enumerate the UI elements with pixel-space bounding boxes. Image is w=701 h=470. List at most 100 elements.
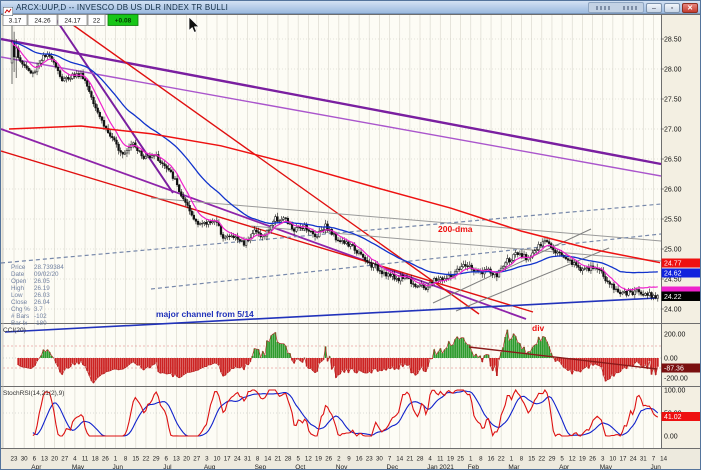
svg-text:4: 4 [73,456,77,463]
svg-text:11: 11 [82,456,89,463]
chart-canvas[interactable]: 28.5028.0027.5027.0026.5026.0025.5025.00… [1,1,701,470]
svg-text:28: 28 [285,456,292,463]
svg-text:1: 1 [510,456,514,463]
svg-text:22: 22 [143,456,150,463]
quote-box-3: 24.17 [58,15,87,26]
svg-text:31: 31 [640,456,647,463]
svg-text:Dec: Dec [387,464,399,470]
svg-text:18: 18 [92,456,99,463]
cci-badge: -87.36 [662,364,701,373]
quote-box-2: 24.26 [28,15,57,26]
svg-text:-200.00: -200.00 [664,376,688,383]
svg-text:22: 22 [498,456,505,463]
svg-text:26: 26 [102,456,109,463]
svg-text:Nov: Nov [336,464,348,470]
svg-text:12: 12 [569,456,576,463]
svg-text:14: 14 [660,456,667,463]
svg-text:19: 19 [315,456,322,463]
svg-text:16: 16 [356,456,363,463]
svg-text:26.05: 26.05 [34,278,50,285]
svg-text:14: 14 [264,456,271,463]
svg-text:12: 12 [305,456,312,463]
price-badge-ma200: 24.77 [662,259,701,268]
svg-text:6: 6 [33,456,37,463]
svg-text:# Bars: # Bars [11,313,29,320]
titlebar-toolbar[interactable] [588,2,644,13]
svg-text:-180: -180 [34,320,47,327]
svg-text:24.26: 24.26 [34,18,51,25]
svg-text:0.00: 0.00 [664,434,678,441]
svg-text:24.62: 24.62 [664,271,682,278]
svg-text:1: 1 [114,456,118,463]
svg-text:26.04: 26.04 [34,299,50,306]
svg-text:10: 10 [214,456,221,463]
svg-text:26: 26 [589,456,596,463]
svg-text:21: 21 [406,456,413,463]
svg-text:28.00: 28.00 [664,67,682,74]
svg-text:21: 21 [274,456,281,463]
restore-button[interactable]: ▫ [664,3,680,13]
annotation-200dma: 200-dma [438,224,473,234]
svg-text:7: 7 [652,456,656,463]
svg-text:Aug: Aug [204,464,216,470]
svg-text:3.17: 3.17 [9,18,22,25]
svg-text:25: 25 [457,456,464,463]
svg-text:26.50: 26.50 [664,157,682,164]
svg-text:0.00: 0.00 [664,356,678,363]
svg-text:Low: Low [11,292,23,299]
svg-text:14: 14 [396,456,403,463]
svg-text:27: 27 [61,456,68,463]
titlebar[interactable]: ARCX:UUP,D -- INVESCO DB US DLR INDEX TR… [1,1,700,14]
quote-change-box: +0.08 [108,15,138,26]
svg-text:09/02/20: 09/02/20 [34,271,59,278]
svg-text:25.50: 25.50 [664,217,682,224]
svg-text:11: 11 [437,456,444,463]
quote-box-4: 22 [88,15,105,26]
svg-text:24.50: 24.50 [664,277,682,284]
svg-text:23: 23 [366,456,373,463]
svg-text:Close: Close [11,299,28,306]
svg-text:200.00: 200.00 [664,332,686,339]
svg-text:28.50: 28.50 [664,37,682,44]
svg-text:1: 1 [469,456,473,463]
price-axis-strip[interactable] [661,15,701,448]
svg-text:Apr: Apr [31,464,42,470]
svg-text:23: 23 [11,456,18,463]
svg-text:16: 16 [488,456,495,463]
svg-text:31: 31 [244,456,251,463]
svg-text:28: 28 [417,456,424,463]
svg-text:17: 17 [620,456,627,463]
svg-text:3: 3 [205,456,209,463]
svg-text:29: 29 [153,456,160,463]
price-badge-last: 24.22 [662,292,701,302]
svg-text:27.50: 27.50 [664,97,682,104]
svg-text:Jan 2021: Jan 2021 [427,464,454,470]
svg-text:19: 19 [579,456,586,463]
svg-text:High: High [11,285,24,292]
svg-text:3: 3 [601,456,605,463]
svg-text:8: 8 [256,456,260,463]
close-button[interactable]: ✕ [682,3,698,13]
svg-text:Date: Date [11,271,25,278]
svg-text:May: May [600,464,613,470]
svg-text:8: 8 [479,456,483,463]
svg-text:15: 15 [528,456,535,463]
svg-text:Jun: Jun [650,464,661,470]
svg-text:22: 22 [93,18,101,25]
svg-text:+0.08: +0.08 [115,18,132,25]
svg-text:Mar: Mar [508,464,520,470]
svg-text:24.77: 24.77 [664,261,682,268]
svg-text:9: 9 [347,456,351,463]
svg-text:-102: -102 [34,313,47,320]
svg-text:10: 10 [609,456,616,463]
svg-text:7: 7 [388,456,392,463]
svg-text:5: 5 [560,456,564,463]
minimize-button[interactable]: – [646,3,662,13]
svg-text:22: 22 [538,456,545,463]
svg-text:26.19: 26.19 [34,285,50,292]
svg-text:Open: Open [11,278,27,285]
svg-text:Sep: Sep [255,464,267,470]
svg-text:27: 27 [193,456,200,463]
svg-text:30: 30 [21,456,28,463]
svg-text:24.00: 24.00 [664,307,682,314]
